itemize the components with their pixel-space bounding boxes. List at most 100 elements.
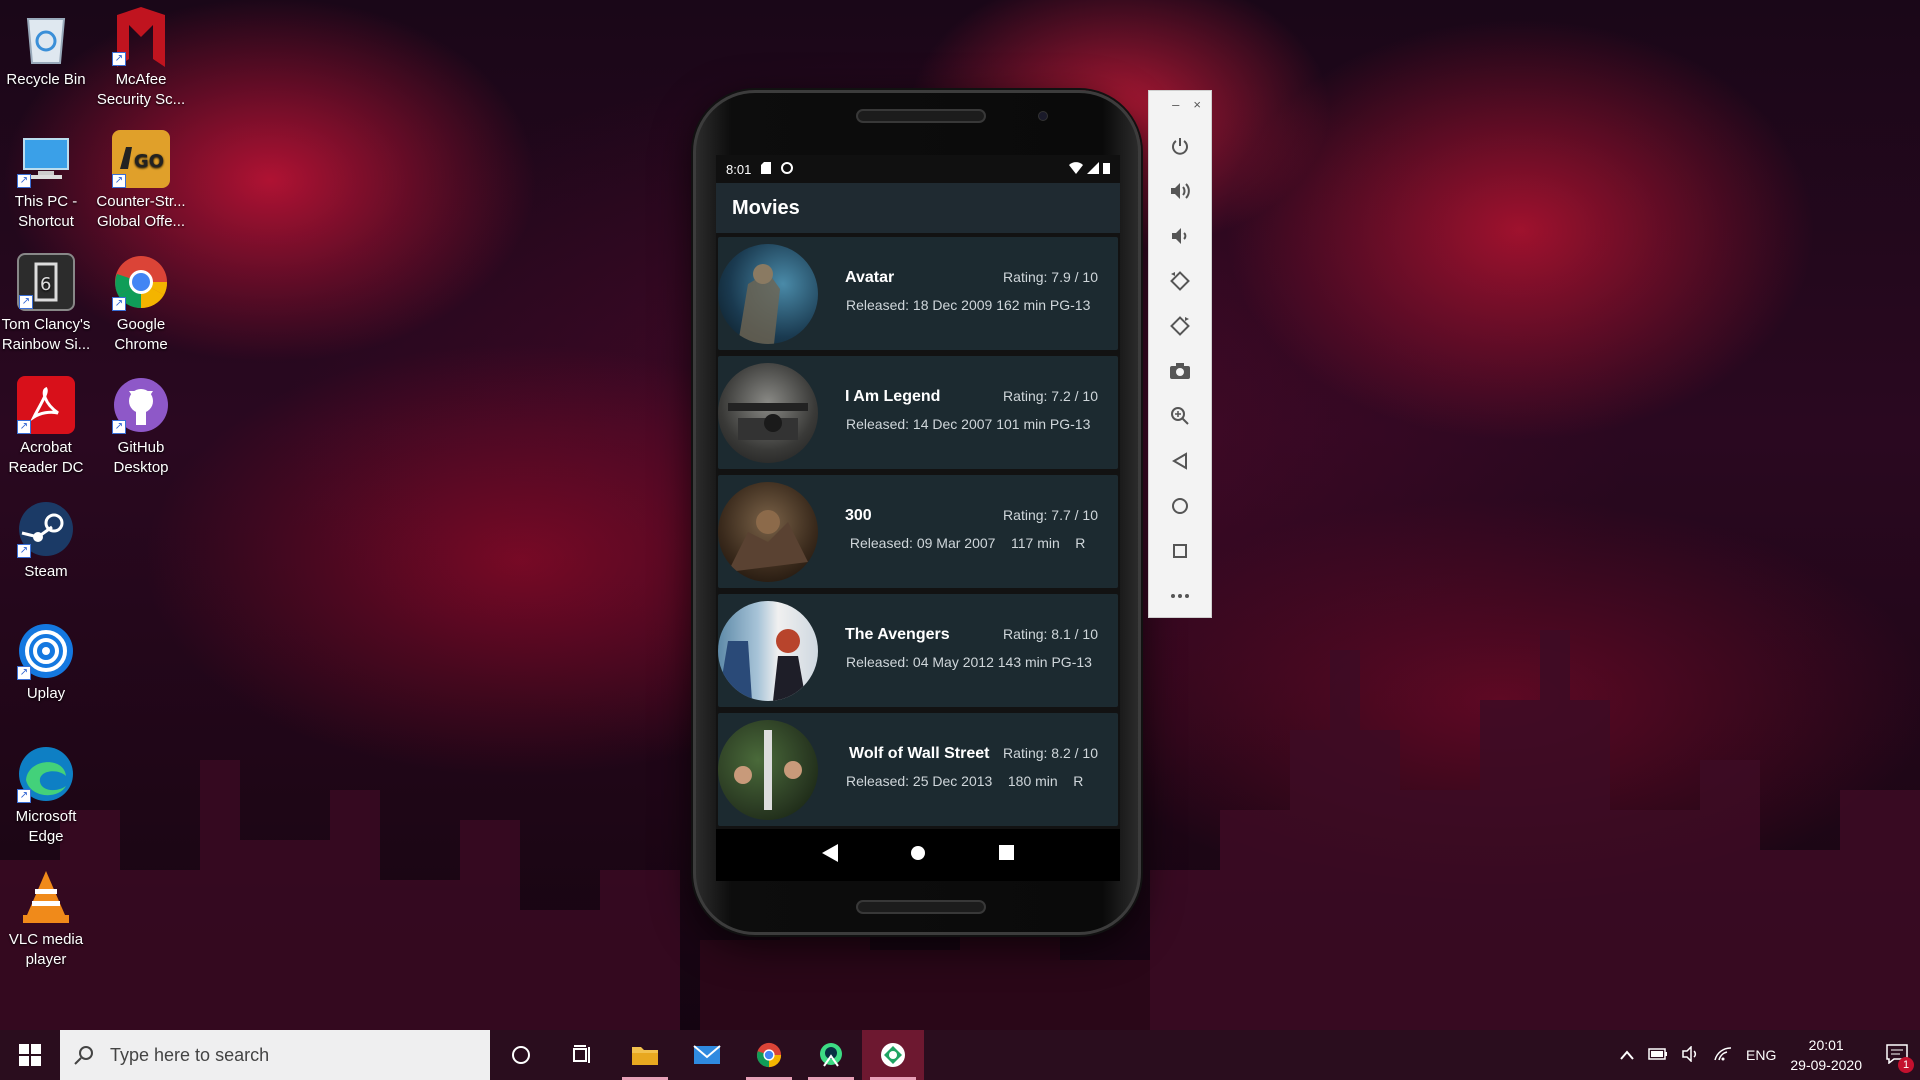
- search-icon: [74, 1046, 93, 1065]
- chrome-icon: ↗: [112, 253, 170, 311]
- movie-rating: Rating: 7.2 / 10: [1003, 388, 1098, 404]
- movie-title: I Am Legend: [845, 388, 941, 405]
- acrobat-icon: ↗: [17, 376, 75, 434]
- movie-meta: Released: 18 Dec 2009 162 min PG-13: [846, 297, 1091, 313]
- movie-card-wolf-of-wall-street[interactable]: Wolf of Wall Street Rating: 8.2 / 10 Rel…: [718, 713, 1118, 826]
- battery-icon: [1103, 162, 1110, 177]
- movie-poster: [718, 719, 818, 820]
- desktop-icon-edge[interactable]: ↗ Microsoft Edge: [0, 745, 92, 847]
- movie-card-avatar[interactable]: Avatar Rating: 7.9 / 10 Released: 18 Dec…: [718, 237, 1118, 350]
- android-nav-bar: [716, 829, 1120, 881]
- home-icon[interactable]: [1149, 483, 1211, 528]
- more-icon[interactable]: [1149, 573, 1211, 618]
- desktop-icon-chrome[interactable]: ↗ Google Chrome: [95, 253, 187, 355]
- volume-down-icon[interactable]: [1149, 213, 1211, 258]
- desktop-icon-uplay[interactable]: ↗ Uplay: [0, 622, 92, 704]
- csgo-icon: GO ↗: [112, 130, 170, 188]
- emulator-window-buttons: – ×: [1149, 91, 1211, 123]
- rotate-left-icon[interactable]: [1149, 258, 1211, 303]
- movie-card-the-avengers[interactable]: The Avengers Rating: 8.1 / 10 Released: …: [718, 594, 1118, 707]
- search-placeholder: Type here to search: [110, 1044, 270, 1065]
- desktop-icon-label: Steam: [24, 563, 68, 580]
- wifi-tray-icon[interactable]: [1714, 1046, 1732, 1064]
- desktop-icon-steam[interactable]: ↗ Steam: [0, 500, 92, 582]
- android-studio-icon: [820, 1043, 842, 1067]
- nav-back-button[interactable]: [822, 843, 839, 867]
- this-pc-icon: ↗: [17, 130, 75, 188]
- mcafee-icon: ↗: [112, 7, 170, 67]
- svg-text:6: 6: [40, 274, 51, 295]
- power-icon[interactable]: [1149, 123, 1211, 168]
- back-icon[interactable]: [1149, 438, 1211, 483]
- folder-icon: [632, 1047, 658, 1065]
- desktop-icon-label: Microsoft Edge: [15, 808, 77, 845]
- volume-up-icon[interactable]: [1149, 168, 1211, 213]
- taskbar-mail[interactable]: [676, 1030, 738, 1080]
- movie-card-i-am-legend[interactable]: I Am Legend Rating: 7.2 / 10 Released: 1…: [718, 356, 1118, 469]
- start-button[interactable]: [0, 1030, 60, 1080]
- emulator-icon: [881, 1043, 905, 1067]
- cortana-icon: [512, 1046, 530, 1064]
- desktop-icon-vlc[interactable]: VLC media player: [0, 868, 92, 970]
- taskbar-clock[interactable]: 20:01 29-09-2020: [1790, 1035, 1862, 1075]
- shortcut-arrow-icon: ↗: [112, 420, 126, 434]
- taskbar-android-studio[interactable]: [800, 1030, 862, 1080]
- desktop-icon-label: Uplay: [26, 685, 66, 702]
- windows-logo-icon: [19, 1044, 41, 1066]
- phone-screen[interactable]: 8:01 Movies Avatar Rating: 7.9 / 10 Rele…: [716, 155, 1120, 881]
- rotate-right-icon[interactable]: [1149, 303, 1211, 348]
- emulator-minimize-button[interactable]: –: [1172, 97, 1179, 123]
- movie-poster: [718, 481, 818, 582]
- edge-icon: ↗: [17, 745, 75, 803]
- movie-rating: Rating: 7.7 / 10: [1003, 507, 1098, 523]
- taskbar-search-box[interactable]: Type here to search: [60, 1030, 490, 1080]
- movie-rating: Rating: 7.9 / 10: [1003, 269, 1098, 285]
- shortcut-arrow-icon: ↗: [112, 174, 126, 188]
- movie-card-300[interactable]: 300 Rating: 7.7 / 10 Released: 09 Mar 20…: [718, 475, 1118, 588]
- vlc-icon: [17, 868, 75, 926]
- action-center-button[interactable]: 1: [1876, 1043, 1914, 1073]
- desktop-icon-recycle-bin[interactable]: Recycle Bin: [0, 8, 92, 90]
- desktop-icon-mcafee[interactable]: ↗ McAfee Security Sc...: [95, 7, 187, 110]
- volume-tray-icon[interactable]: [1682, 1044, 1700, 1065]
- emulator-close-button[interactable]: ×: [1193, 97, 1201, 123]
- chrome-icon: [756, 1042, 782, 1068]
- overview-icon[interactable]: [1149, 528, 1211, 573]
- notification-badge: 1: [1898, 1056, 1914, 1073]
- desktop-icon-acrobat[interactable]: ↗ Acrobat Reader DC: [0, 376, 92, 478]
- desktop-icon-label: Counter-Str... Global Offe...: [96, 193, 186, 230]
- svg-text:GO: GO: [134, 151, 164, 172]
- taskbar-chrome[interactable]: [738, 1030, 800, 1080]
- taskbar-android-emulator[interactable]: [862, 1030, 924, 1080]
- desktop-icon-label: Tom Clancy's Rainbow Si...: [1, 316, 91, 353]
- task-view-icon: [573, 1045, 590, 1063]
- nav-home-button[interactable]: [910, 845, 926, 866]
- sync-icon: [781, 161, 794, 177]
- phone-speaker-bottom: [856, 900, 986, 914]
- desktop-icon-this-pc[interactable]: ↗ This PC - Shortcut: [0, 130, 92, 232]
- nav-overview-button[interactable]: [998, 845, 1014, 865]
- recycle-bin-icon: [17, 8, 75, 66]
- battery-tray-icon[interactable]: [1648, 1047, 1668, 1063]
- camera-icon[interactable]: [1149, 348, 1211, 393]
- desktop-icon-label: GitHub Desktop: [113, 439, 169, 476]
- desktop-icon-label: VLC media player: [8, 931, 84, 968]
- system-tray: ENG 20:01 29-09-2020 1: [1620, 1035, 1920, 1075]
- desktop-icon-github[interactable]: ↗ GitHub Desktop: [95, 376, 187, 478]
- movie-title: The Avengers: [845, 626, 950, 643]
- show-hidden-icons-button[interactable]: [1620, 1047, 1634, 1063]
- page-title: Movies: [732, 196, 800, 219]
- desktop-icon-csgo[interactable]: GO ↗ Counter-Str... Global Offe...: [95, 130, 187, 232]
- clock-date: 29-09-2020: [1790, 1057, 1862, 1073]
- language-indicator[interactable]: ENG: [1746, 1047, 1776, 1063]
- movie-meta: Released: 09 Mar 2007 117 min R: [846, 535, 1086, 551]
- desktop-icon-label: McAfee Security Sc...: [96, 71, 186, 108]
- shortcut-arrow-icon: ↗: [17, 789, 31, 803]
- zoom-icon[interactable]: [1149, 393, 1211, 438]
- movie-meta: Released: 14 Dec 2007 101 min PG-13: [846, 416, 1091, 432]
- task-view-button[interactable]: [552, 1030, 614, 1080]
- desktop-icon-rainbow-six[interactable]: 6 ↗ Tom Clancy's Rainbow Si...: [0, 253, 92, 355]
- cortana-button[interactable]: [490, 1030, 552, 1080]
- taskbar-file-explorer[interactable]: [614, 1030, 676, 1080]
- movie-rating: Rating: 8.1 / 10: [1003, 626, 1098, 642]
